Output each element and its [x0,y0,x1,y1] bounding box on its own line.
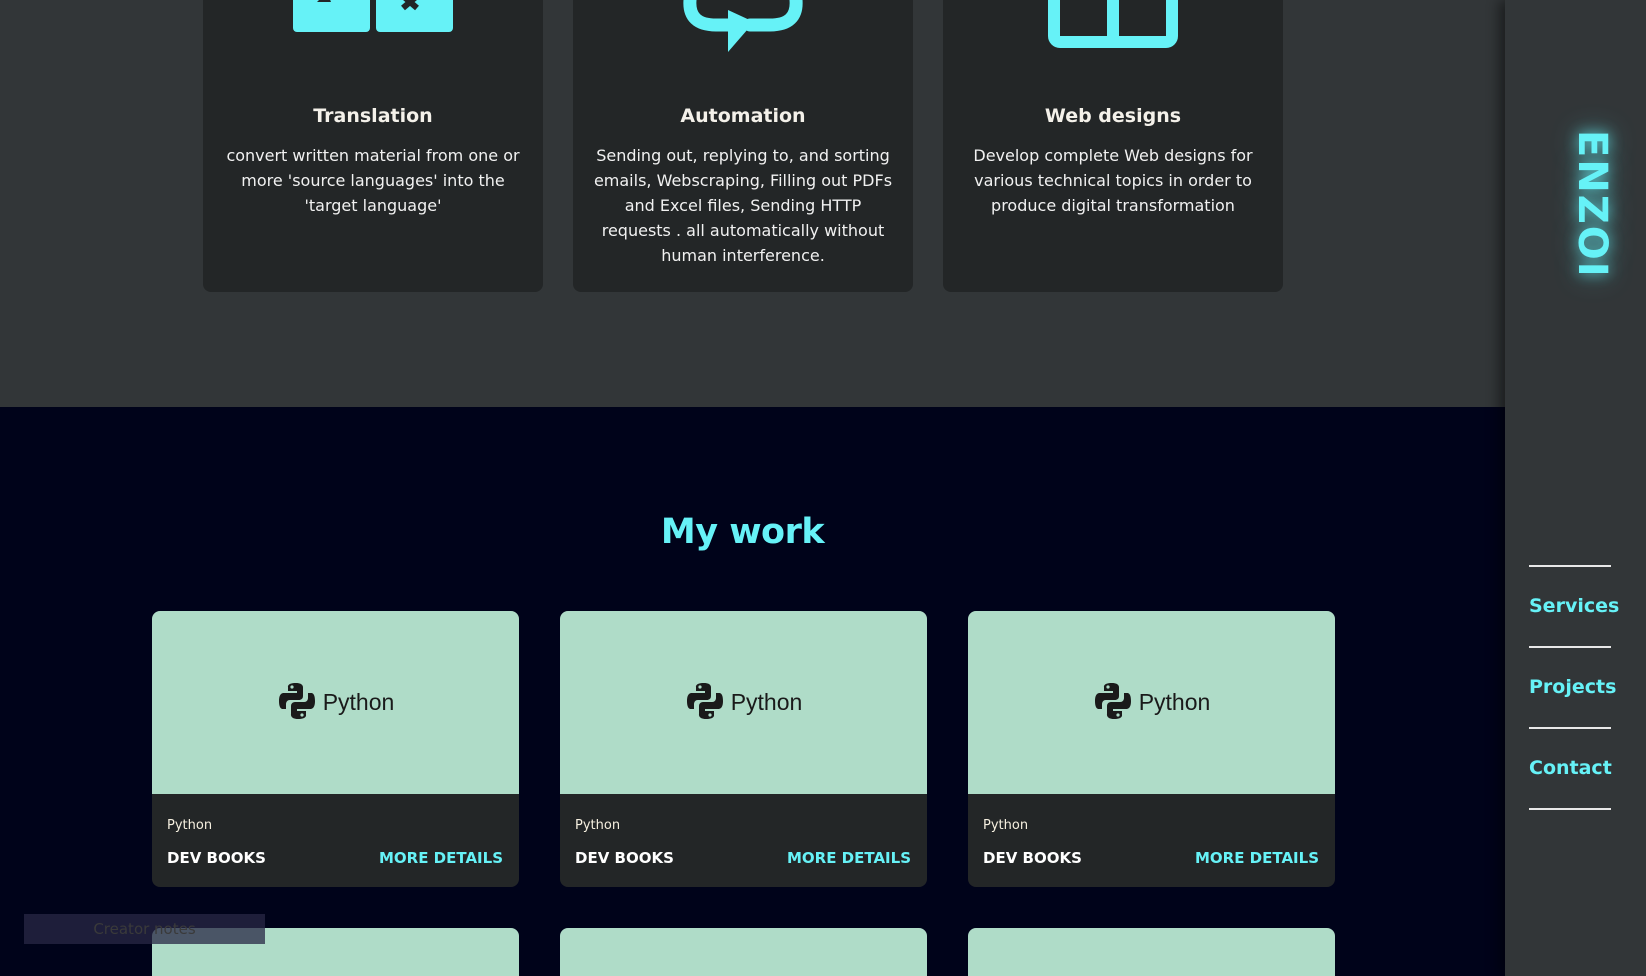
sidebar: ENZOI Services Projects Contact [1505,0,1646,976]
project-thumbnail: Python [968,611,1335,794]
project-thumbnail: Python [560,611,927,794]
python-logo-text: Python [322,689,395,715]
more-details-link[interactable]: MORE DETAILS [787,849,911,867]
work-section-title: My work [660,512,825,552]
python-icon [685,681,725,725]
creator-notes-button[interactable]: Creator notes [24,914,265,944]
nav-item-projects[interactable]: Projects [1529,676,1616,698]
nav-divider [1529,646,1611,648]
translate-icon [293,0,453,38]
services-section: Translation convert written material fro… [0,0,1505,407]
project-card[interactable] [560,928,927,976]
refresh-icon [678,0,808,64]
service-title: Automation [680,105,806,127]
brand-logo[interactable]: ENZOI [1569,130,1615,279]
project-card[interactable]: Python Python DEV BOOKS MORE DETAILS [152,611,519,887]
layout-icon [1048,0,1178,54]
service-card-translation: Translation convert written material fro… [203,0,543,292]
project-card[interactable] [968,928,1335,976]
project-name: DEV BOOKS [167,849,266,867]
project-name: DEV BOOKS [575,849,674,867]
service-description: convert written material from one or mor… [226,146,520,215]
service-card-automation: Automation Sending out, replying to, and… [573,0,913,292]
python-logo: Python [685,681,803,725]
more-details-link[interactable]: MORE DETAILS [379,849,503,867]
project-tag: Python [167,818,213,833]
python-icon [277,681,317,725]
python-logo: Python [277,681,395,725]
python-icon [1093,681,1133,725]
nav-divider [1529,565,1611,567]
project-card[interactable]: Python Python DEV BOOKS MORE DETAILS [968,611,1335,887]
project-card[interactable]: Python Python DEV BOOKS MORE DETAILS [560,611,927,887]
nav-item-contact[interactable]: Contact [1529,757,1612,779]
project-tag: Python [983,818,1029,833]
service-description: Sending out, replying to, and sorting em… [593,146,893,265]
python-logo-text: Python [730,689,803,715]
service-card-web-designs: Web designs Develop complete Web designs… [943,0,1283,292]
python-logo-text: Python [1138,689,1211,715]
project-name: DEV BOOKS [983,849,1082,867]
nav-item-services[interactable]: Services [1529,595,1619,617]
project-thumbnail: Python [152,611,519,794]
nav-divider [1529,808,1611,810]
service-title: Translation [313,105,433,127]
project-tag: Python [575,818,621,833]
more-details-link[interactable]: MORE DETAILS [1195,849,1319,867]
service-description: Develop complete Web designs for various… [973,146,1253,215]
service-title: Web designs [1044,105,1182,127]
python-logo: Python [1093,681,1211,725]
nav-divider [1529,727,1611,729]
